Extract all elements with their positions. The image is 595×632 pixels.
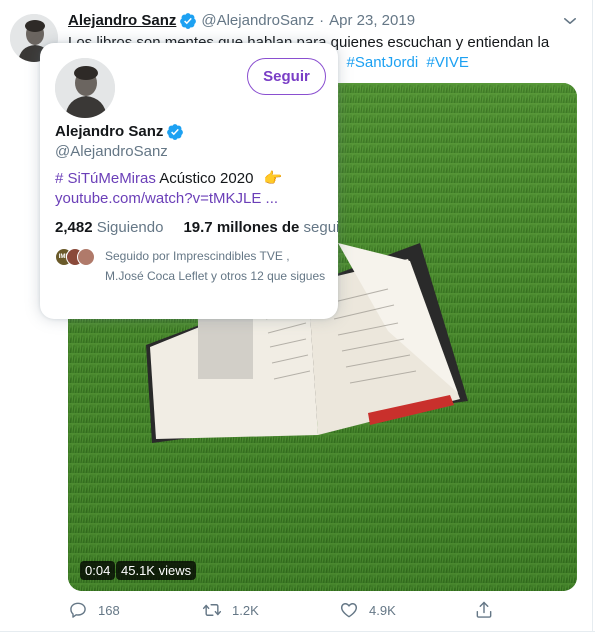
bio-hashtag[interactable]: # SiTúMeMiras	[55, 170, 156, 187]
reply-icon	[70, 602, 86, 618]
hovercard-name-row: Alejandro Sanz	[55, 122, 188, 142]
verified-badge-icon	[180, 13, 197, 29]
reply-button[interactable]: 168	[68, 600, 120, 620]
heart-icon	[340, 603, 358, 618]
followers-count: 19.7 millones de	[183, 219, 300, 236]
hovercard-name[interactable]: Alejandro Sanz	[55, 122, 163, 142]
separator-dot: ·	[319, 12, 325, 29]
pointing-hand-emoji: 👉	[263, 170, 283, 187]
video-timestamp: 0:04	[80, 561, 116, 580]
following-stat[interactable]: 2,482 Siguiendo	[55, 219, 163, 236]
like-button[interactable]: 4.9K	[339, 600, 396, 620]
mutual-avatars: IMP	[55, 248, 97, 268]
hovercard-bio: # SiTúMeMiras Acústico 2020 👉	[55, 169, 282, 189]
followed-by-text: Seguido por Imprescindibles TVE , M.José…	[105, 249, 326, 283]
hovercard-avatar[interactable]	[55, 58, 115, 118]
share-button[interactable]	[474, 600, 504, 620]
column-border	[592, 0, 593, 632]
bio-text: Acústico 2020	[159, 170, 254, 187]
hashtag-santjordi[interactable]: #SantJordi	[347, 54, 419, 71]
retweet-count: 1.2K	[232, 602, 259, 618]
author-handle[interactable]: @AlejandroSanz	[201, 11, 314, 31]
verified-badge-icon	[167, 124, 184, 140]
tweet-header: Alejandro Sanz @AlejandroSanz · Apr 23, …	[68, 11, 415, 31]
share-icon	[476, 601, 492, 618]
tweet-actions: 168 1.2K 4.9K	[0, 600, 595, 620]
reply-count: 168	[98, 602, 120, 618]
bio-link[interactable]: youtube.com/watch?v=tMKJLE ...	[55, 189, 278, 209]
tweet-date[interactable]: Apr 23, 2019	[329, 11, 415, 31]
author-name[interactable]: Alejandro Sanz	[68, 11, 176, 31]
chevron-down-icon[interactable]	[561, 12, 579, 30]
like-count: 4.9K	[369, 602, 396, 618]
hovercard-stats: 2,482 Siguiendo 19.7 millones de seguidor…	[55, 218, 338, 238]
hashtag-list: o #SantJordi #VIVE	[330, 53, 473, 73]
hashtag-vive[interactable]: #VIVE	[426, 54, 469, 71]
mutual-avatar	[77, 248, 95, 266]
following-count: 2,482	[55, 219, 93, 236]
followed-by[interactable]: IMP Seguido por Imprescindibles TVE , M.…	[55, 246, 330, 306]
following-label: Siguiendo	[96, 219, 164, 236]
retweet-icon	[202, 604, 222, 616]
followers-stat[interactable]: 19.7 millones de seguidores	[183, 219, 338, 236]
profile-hovercard: Seguir Alejandro Sanz @AlejandroSanz # S…	[40, 43, 338, 319]
followers-label: seguidores	[303, 219, 338, 236]
follow-button[interactable]: Seguir	[247, 58, 326, 95]
hovercard-handle[interactable]: @AlejandroSanz	[55, 142, 168, 162]
retweet-button[interactable]: 1.2K	[202, 600, 259, 620]
video-views: 45.1K views	[116, 561, 197, 580]
